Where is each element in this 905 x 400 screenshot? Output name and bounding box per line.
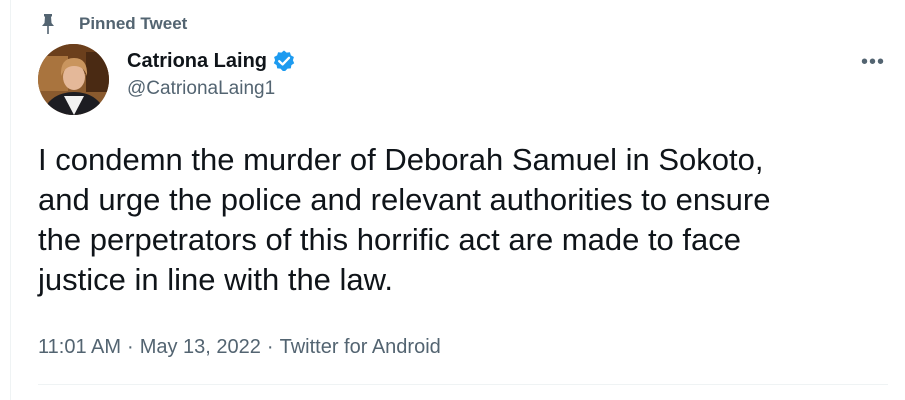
divider	[38, 384, 888, 385]
tweet-time[interactable]: 11:01 AM	[38, 336, 121, 359]
author-display-name[interactable]: Catriona Laing	[127, 50, 267, 73]
meta-separator: ·	[266, 335, 274, 358]
pinned-tweet-indicator: Pinned Tweet	[38, 12, 187, 36]
author-block: Catriona Laing @CatrionaLaing1	[127, 48, 296, 100]
more-options-icon[interactable]: •••	[855, 50, 891, 74]
author-handle[interactable]: @CatrionaLaing1	[127, 78, 296, 100]
meta-separator: ·	[127, 335, 134, 358]
avatar[interactable]	[38, 44, 109, 115]
tweet-text: I condemn the murder of Deborah Samuel i…	[38, 142, 771, 297]
pinned-label: Pinned Tweet	[79, 14, 188, 33]
verified-badge-icon	[272, 49, 296, 73]
pin-icon	[38, 13, 58, 35]
tweet-date[interactable]: May 13, 2022	[140, 336, 261, 359]
tweet-source[interactable]: Twitter for Android	[280, 336, 441, 359]
tweet-metadata: 11:01 AM · May 13, 2022 · Twitter for An…	[38, 333, 441, 361]
column-border	[10, 0, 11, 400]
